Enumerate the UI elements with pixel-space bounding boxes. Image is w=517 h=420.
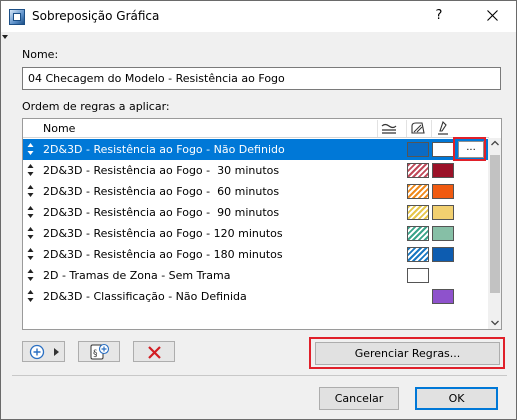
drag-handle-icon[interactable] (27, 163, 34, 177)
rule-label: 2D&3D - Resistência ao Fogo - 120 minuto… (43, 227, 283, 240)
title-bar: Sobreposição Gráfica ? (1, 1, 516, 32)
rule-row[interactable]: 2D&3D - Resistência ao Fogo - 60 minutos (23, 181, 489, 202)
drag-handle-icon[interactable] (27, 268, 34, 282)
rule-row[interactable]: 2D&3D - Resistência ao Fogo - 90 minutos (23, 202, 489, 223)
rule-row[interactable]: 2D&3D - Resistência ao Fogo - 180 minuto… (23, 244, 489, 265)
surface-icon (381, 123, 397, 134)
list-header: Nome (23, 119, 489, 138)
surface-swatch[interactable] (432, 163, 454, 178)
fill-swatch[interactable] (407, 184, 429, 199)
surface-swatch[interactable] (432, 184, 454, 199)
plus-circle-icon (29, 344, 45, 360)
rule-label: 2D&3D - Resistência ao Fogo - 180 minuto… (43, 248, 283, 261)
column-header-name[interactable]: Nome (43, 122, 75, 135)
close-button[interactable] (479, 6, 507, 26)
drag-handle-icon[interactable] (27, 247, 34, 261)
fill-swatch[interactable] (407, 268, 429, 283)
delete-rule-button[interactable] (133, 341, 175, 362)
dialog-app-icon (9, 9, 25, 25)
rule-label: 2D&3D - Resistência ao Fogo - 30 minutos (43, 164, 280, 177)
column-header-surface[interactable] (377, 120, 399, 137)
cancel-button[interactable]: Cancelar (319, 387, 399, 410)
footer-divider (12, 375, 507, 376)
dialog-title: Sobreposição Gráfica (32, 9, 160, 23)
graphic-override-dialog: Sobreposição Gráfica ? Nome: 04 Checagem… (0, 0, 517, 420)
rule-label: 2D&3D - Resistência ao Fogo - Não Defini… (43, 143, 285, 156)
rule-row[interactable]: 2D&3D - Resistência ao Fogo - 30 minutos (23, 160, 489, 181)
rule-row[interactable]: 2D&3D - Resistência ao Fogo - Não Defini… (23, 139, 489, 160)
list-scrollbar[interactable] (488, 138, 501, 329)
surface-swatch[interactable] (432, 226, 454, 241)
scroll-up-icon[interactable] (491, 140, 499, 146)
surface-swatch[interactable] (432, 289, 454, 304)
drag-handle-icon[interactable] (27, 142, 34, 156)
scroll-down-icon[interactable] (491, 320, 499, 326)
rule-label: 2D&3D - Resistência ao Fogo - 60 minutos (43, 185, 280, 198)
close-icon (487, 10, 498, 21)
fill-icon (411, 122, 425, 134)
svg-text:§: § (93, 349, 98, 359)
ok-button[interactable]: OK (415, 387, 498, 410)
rules-list[interactable]: Nome 2D&3D - Resistência ao Fogo - Não D… (22, 118, 502, 330)
surface-swatch[interactable] (432, 247, 454, 262)
panel-collapse-marker[interactable] (2, 35, 8, 39)
import-rule-button[interactable]: § (78, 341, 120, 362)
rule-label: 2D - Tramas de Zona - Sem Trama (43, 269, 231, 282)
fill-swatch[interactable] (407, 226, 429, 241)
scrollbar-thumb[interactable] (490, 155, 500, 293)
rule-row[interactable]: 2D&3D - Resistência ao Fogo - 120 minuto… (23, 223, 489, 244)
fill-swatch[interactable] (407, 163, 429, 178)
column-header-pen[interactable] (431, 120, 453, 137)
add-rule-button[interactable] (22, 341, 65, 362)
drag-handle-icon[interactable] (27, 226, 34, 240)
name-field[interactable]: 04 Checagem do Modelo - Resistência ao F… (22, 67, 501, 90)
fill-swatch[interactable] (407, 205, 429, 220)
rule-row[interactable]: 2D&3D - Classificação - Não Definida (23, 286, 489, 307)
fill-swatch[interactable] (407, 247, 429, 262)
rule-options-button[interactable]: ... (458, 141, 484, 158)
pen-icon (438, 121, 448, 135)
red-x-icon (148, 346, 161, 359)
column-header-fill[interactable] (406, 120, 428, 137)
help-button[interactable]: ? (429, 6, 449, 26)
surface-swatch[interactable] (432, 205, 454, 220)
fill-swatch[interactable] (407, 142, 429, 157)
drag-handle-icon[interactable] (27, 289, 34, 303)
rule-label: 2D&3D - Resistência ao Fogo - 90 minutos (43, 206, 280, 219)
name-label: Nome: (22, 48, 59, 61)
rules-order-label: Ordem de regras a aplicar: (22, 100, 170, 113)
dropdown-arrow-icon (54, 348, 59, 356)
rule-label: 2D&3D - Classificação - Não Definida (43, 290, 247, 303)
rule-import-icon: § (90, 343, 110, 360)
drag-handle-icon[interactable] (27, 184, 34, 198)
rules-rows: 2D&3D - Resistência ao Fogo - Não Defini… (23, 139, 489, 307)
rule-row[interactable]: 2D - Tramas de Zona - Sem Trama (23, 265, 489, 286)
drag-handle-icon[interactable] (27, 205, 34, 219)
manage-rules-button[interactable]: Gerenciar Regras... (315, 342, 500, 365)
surface-swatch[interactable] (432, 142, 454, 157)
